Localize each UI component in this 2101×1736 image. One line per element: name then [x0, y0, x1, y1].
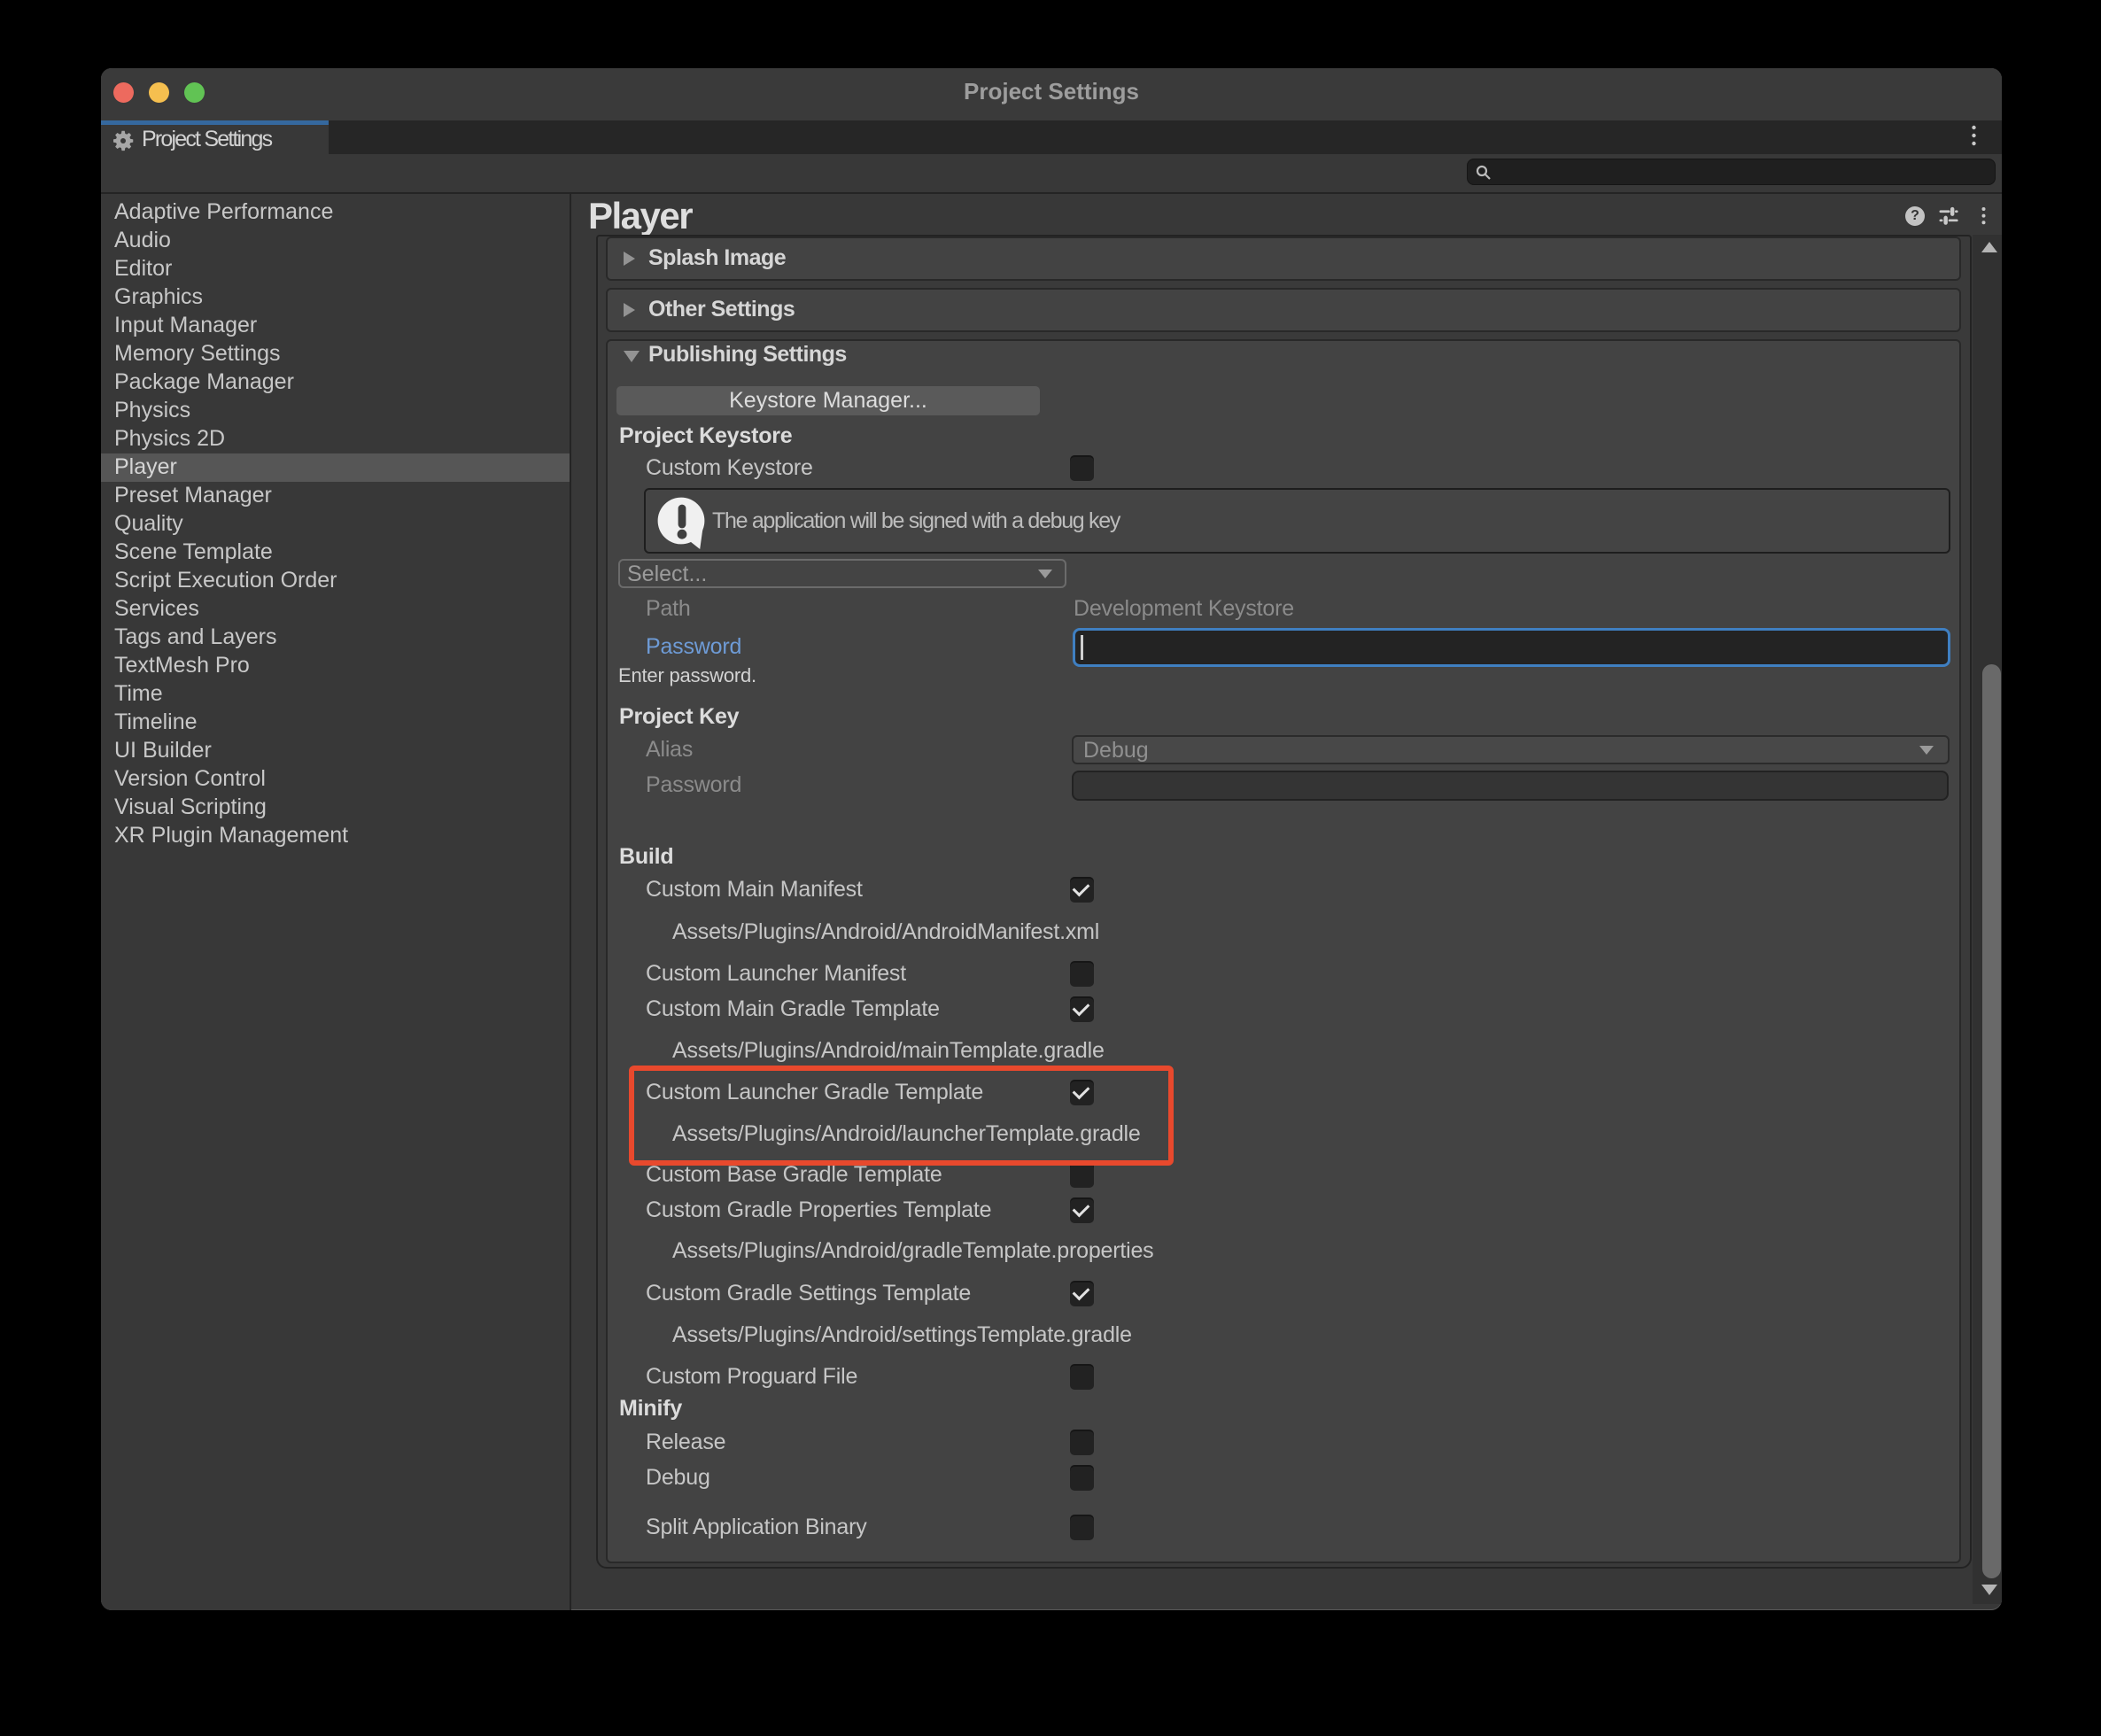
svg-text:?: ?: [1911, 208, 1919, 223]
